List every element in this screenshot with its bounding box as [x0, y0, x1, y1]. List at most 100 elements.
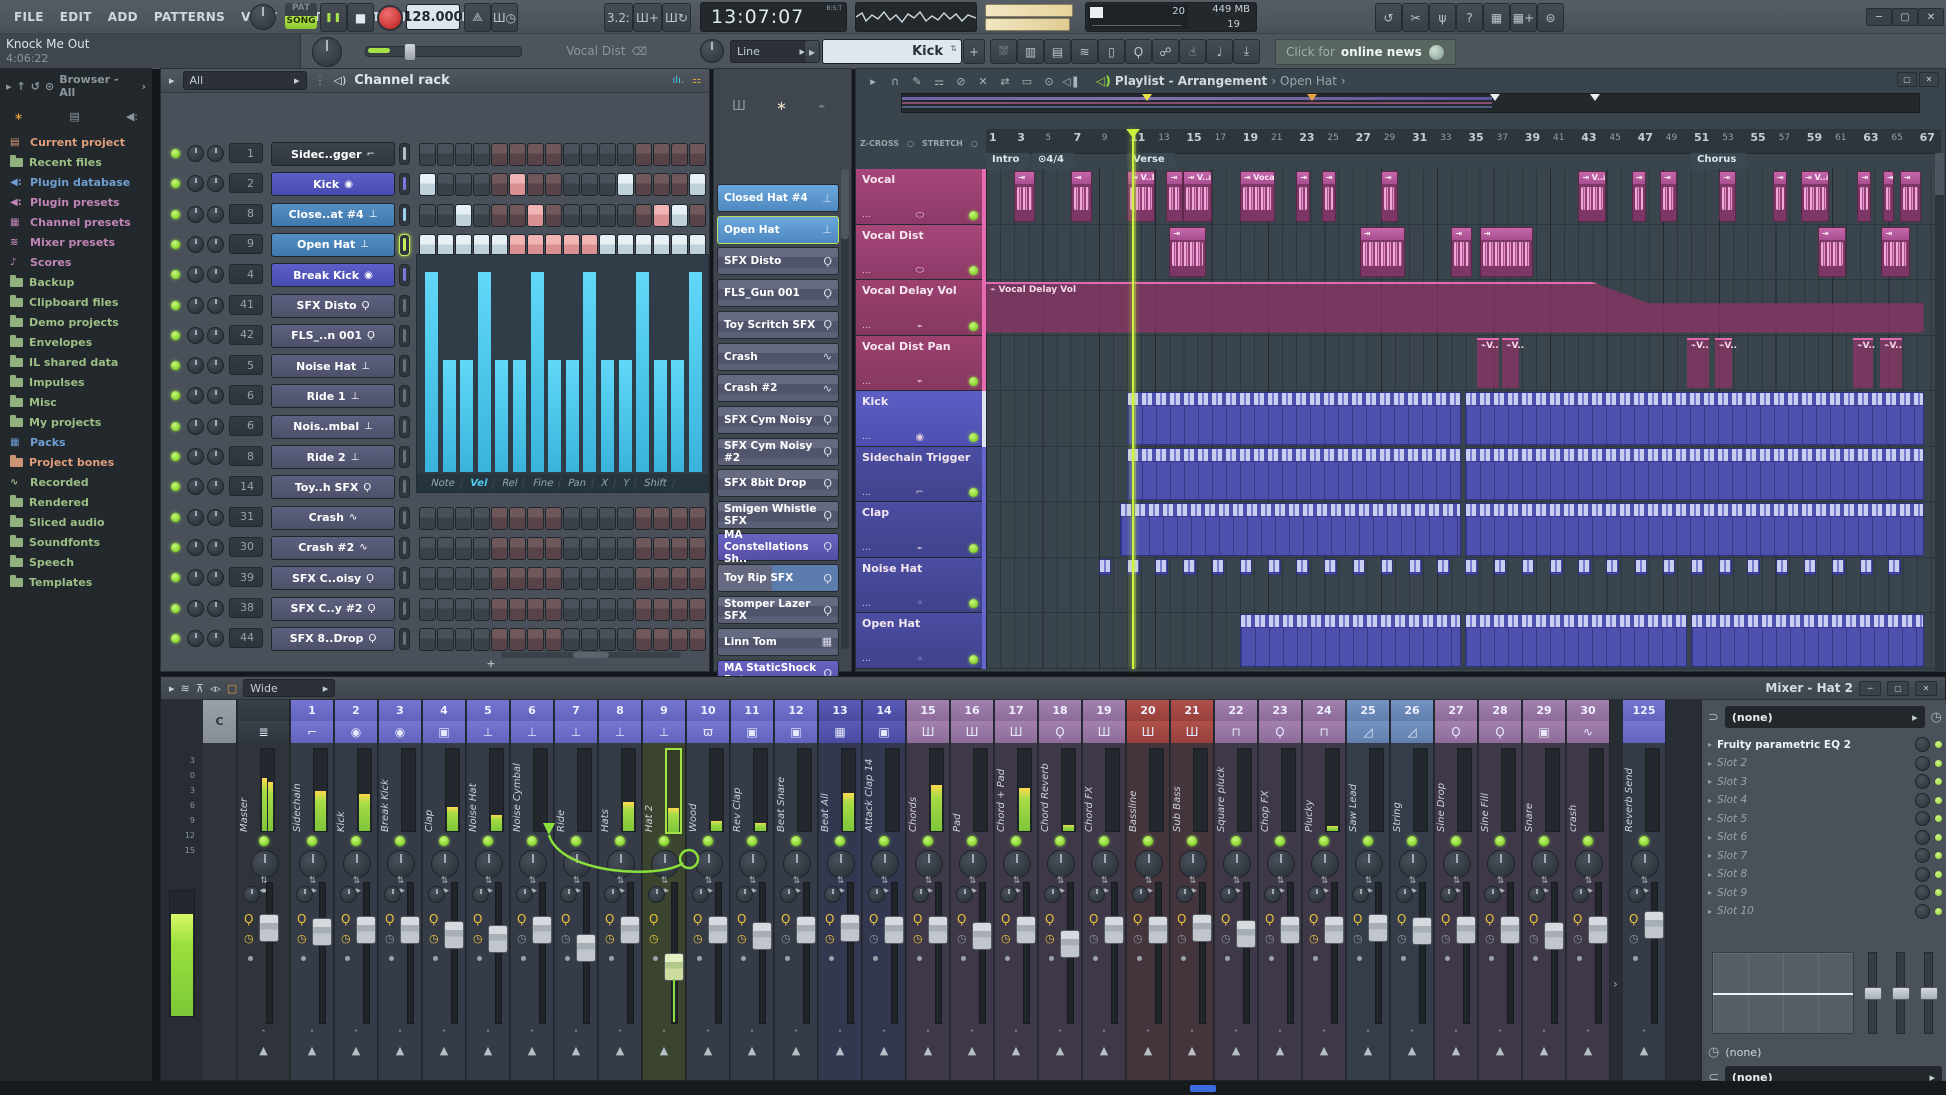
step-1[interactable]: [419, 203, 436, 227]
playlist-ruler[interactable]: 1 3 5 7 9 11 13 15 17 19 21 23 25 27 29 31 33 35 37 39 41 43 4…: [986, 129, 1941, 154]
mixer-strip-noise-cymbal[interactable]: 6⊥Noise Cymbal⇅◂▸Ϙ◷ˆ▲: [511, 700, 554, 1080]
track-type-icon[interactable]: ⬭: [916, 210, 925, 221]
step-4[interactable]: [473, 597, 490, 621]
strip-clock-icon[interactable]: ◷: [561, 932, 571, 945]
step-5[interactable]: [491, 203, 508, 227]
step-10[interactable]: [581, 536, 598, 560]
strip-sep-arrows[interactable]: ⇅: [1142, 876, 1156, 886]
strip-route-arrow[interactable]: ▲: [379, 1044, 421, 1057]
strip-clock-icon[interactable]: ◷: [1265, 932, 1275, 945]
step-10[interactable]: [581, 173, 598, 197]
pattern-clip-small[interactable]: [1437, 558, 1450, 575]
track-header-kick[interactable]: Kick... ◉: [856, 391, 984, 447]
pattern-clip-small[interactable]: [1409, 558, 1422, 575]
velocity-bar-5[interactable]: [495, 360, 509, 472]
mixer-layout-dropdown[interactable]: Wide ▸: [243, 679, 336, 697]
step-5[interactable]: [491, 597, 508, 621]
tempo-tap[interactable]: ♩: [1206, 39, 1233, 64]
strip-clock-icon[interactable]: ◷: [297, 932, 307, 945]
channel-selector[interactable]: [399, 324, 410, 347]
track-type-icon[interactable]: ◦: [917, 654, 923, 665]
pattern-clip-small[interactable]: [1183, 558, 1197, 575]
strip-pan-knob[interactable]: [1179, 850, 1207, 878]
strip-pan-knob[interactable]: [1487, 850, 1515, 878]
step-14[interactable]: [653, 506, 670, 530]
channel-volume-knob[interactable]: [207, 417, 224, 435]
strip-number[interactable]: 1: [291, 700, 333, 721]
fx-slot-enable-led[interactable]: [1935, 815, 1942, 822]
audio-clip[interactable]: ⇥: [1014, 171, 1036, 222]
channel-pan-knob[interactable]: [187, 357, 204, 375]
step-7[interactable]: [527, 597, 544, 621]
fx-slot-arrow-icon[interactable]: ▸: [1708, 777, 1712, 786]
graph-tab-y[interactable]: Y: [615, 477, 637, 489]
stretch-toggle[interactable]: STRETCH: [922, 139, 963, 148]
fx-slot-mix-knob[interactable]: [1915, 755, 1930, 771]
automation-clip-small[interactable]: ⌁V..: [1853, 337, 1875, 388]
toggle-plugin-picker[interactable]: Ϙ: [1125, 39, 1152, 64]
pattern-clip[interactable]: [1465, 392, 1924, 445]
step-8[interactable]: [545, 536, 562, 560]
strip-rec-dot[interactable]: [248, 956, 253, 961]
strip-number[interactable]: 2: [335, 700, 377, 721]
browser-item-scores[interactable]: ♪ Scores: [0, 252, 152, 272]
strip-plugin-icon[interactable]: Ϙ: [341, 912, 350, 926]
strip-fader-handle[interactable]: [356, 916, 376, 945]
mixer-strip-master[interactable]: ≣ Master ⇅ ◂▸ Ϙ ◷ ˆ ▲: [238, 700, 290, 1080]
track-enable-led[interactable]: [969, 654, 978, 664]
help-button[interactable]: ?: [1456, 3, 1483, 32]
playlist-navigator[interactable]: [901, 93, 1920, 113]
fx-slot-enable-led[interactable]: [1935, 833, 1942, 841]
mixer-strip-chord-reverb[interactable]: 18ϘChord Reverb⇅◂▸Ϙ◷ˆ▲: [1039, 700, 1082, 1080]
fx-slot-mix-knob[interactable]: [1915, 903, 1930, 919]
menu-item-edit[interactable]: EDIT: [52, 10, 100, 24]
channel-volume-knob[interactable]: [207, 538, 224, 556]
strip-enable-led[interactable]: [1099, 836, 1109, 846]
channel-volume-knob[interactable]: [207, 478, 224, 496]
strip-fader-track[interactable]: [803, 882, 810, 1024]
strip-ss-knob[interactable]: [1308, 886, 1325, 903]
strip-number[interactable]: C: [203, 700, 236, 743]
step-16[interactable]: [689, 597, 706, 621]
fx-slot-arrow-icon[interactable]: ▸: [1708, 907, 1712, 916]
track-options-dots[interactable]: ...: [862, 266, 871, 276]
strip-route-arrow[interactable]: ▲: [995, 1044, 1037, 1057]
channel-enable-led[interactable]: [171, 512, 180, 522]
strip-fader-track[interactable]: [627, 882, 634, 1024]
strip-route-arrow[interactable]: ▲: [1523, 1044, 1565, 1057]
audio-clip[interactable]: ⇥: [1380, 171, 1398, 222]
browser-item-project-bones[interactable]: Project bones: [0, 452, 152, 472]
strip-route-arrow[interactable]: ▲: [238, 1044, 289, 1057]
strip-plugin-icon[interactable]: Ϙ: [781, 912, 790, 926]
strip-fader-handle[interactable]: [1324, 916, 1344, 945]
channel-number[interactable]: 6: [229, 385, 263, 406]
channel-selector[interactable]: [399, 385, 410, 408]
strip-enable-led[interactable]: [879, 836, 889, 846]
channel-selector[interactable]: [399, 264, 410, 287]
menu-item-file[interactable]: FILE: [6, 10, 52, 24]
automation-clip-small[interactable]: ⌁V..: [1502, 337, 1524, 388]
track-lane-kick[interactable]: [986, 391, 1941, 447]
strip-fader-handle[interactable]: [1412, 917, 1432, 946]
channel-selector[interactable]: [399, 567, 410, 590]
channel-number[interactable]: 9: [229, 233, 263, 254]
strip-rec-dot[interactable]: [917, 956, 922, 961]
channel-button[interactable]: SFX C..oisy Ϙ: [271, 566, 395, 591]
strip-fader-track[interactable]: [979, 882, 986, 1024]
strip-ss-knob[interactable]: [243, 886, 260, 903]
playlist-select-icon[interactable]: ▭: [1018, 73, 1036, 89]
undo-button[interactable]: ↺: [1375, 3, 1402, 32]
strip-enable-led[interactable]: [791, 836, 801, 846]
channel-number[interactable]: 39: [229, 567, 263, 588]
channel-enable-led[interactable]: [171, 239, 180, 249]
song-label[interactable]: SONG: [285, 16, 317, 29]
strip-ss-knob[interactable]: [1528, 886, 1545, 903]
strip-pan-knob[interactable]: [1311, 850, 1339, 878]
strip-fader-handle[interactable]: [312, 918, 332, 947]
strip-sep-arrows[interactable]: ⇅: [1098, 876, 1112, 886]
step-12[interactable]: [617, 143, 634, 166]
channel-rack-title[interactable]: Channel rack: [354, 73, 449, 88]
step-15[interactable]: [671, 506, 688, 530]
channel-pan-knob[interactable]: [187, 599, 204, 617]
strip-plugin-icon[interactable]: Ϙ: [517, 912, 526, 926]
